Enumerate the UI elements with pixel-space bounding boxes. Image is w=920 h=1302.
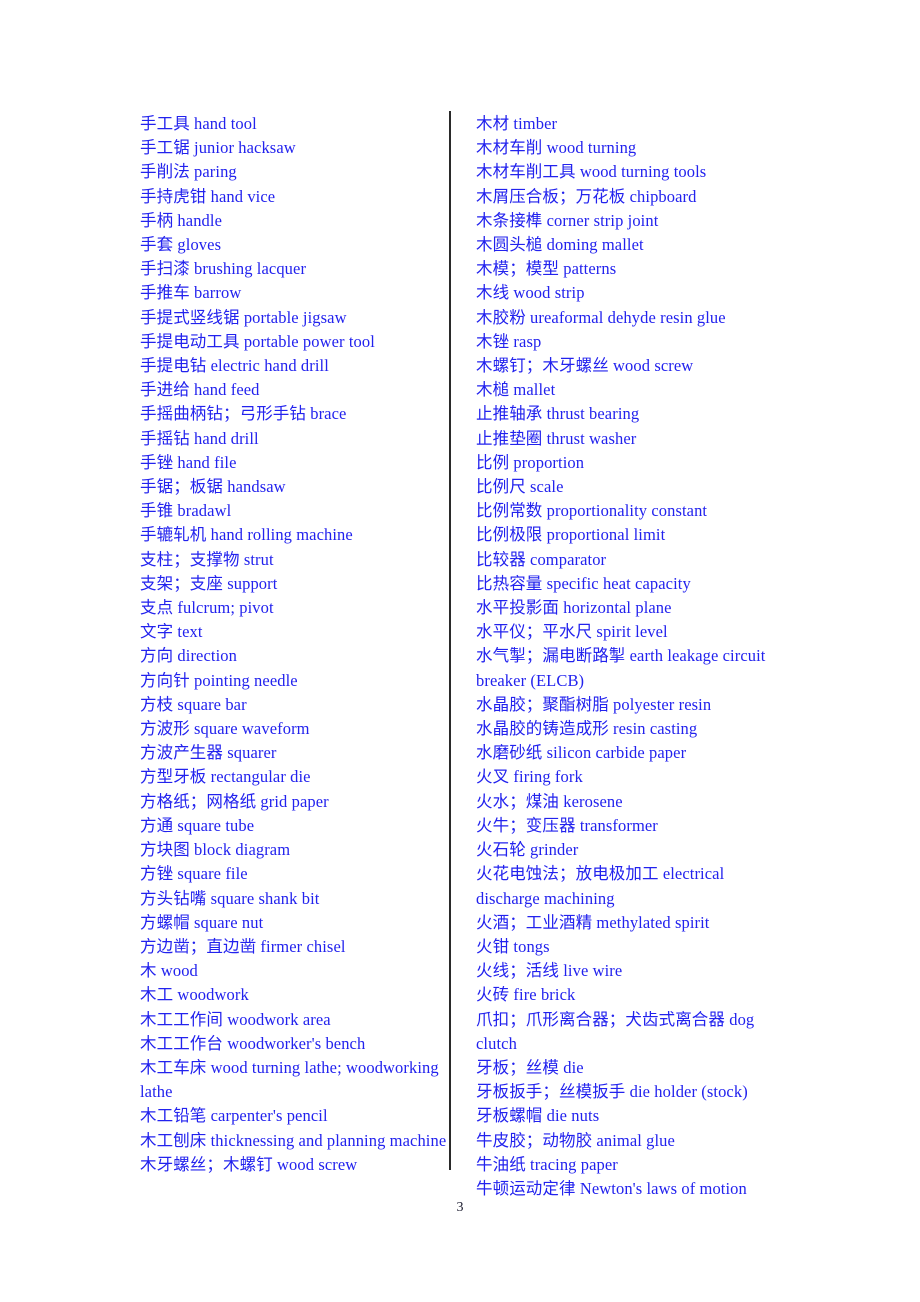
glossary-entry: 手扫漆 brushing lacquer — [140, 259, 307, 279]
glossary-entry: 木材车削 wood turning — [476, 138, 637, 158]
page-number: 3 — [456, 1200, 464, 1215]
glossary-entry: 手提电钻 electric hand drill — [140, 356, 329, 376]
glossary-entry: 木工工作台 woodworker's bench — [140, 1033, 366, 1053]
glossary-body: 手工具 hand tool 手工锯 junior hacksaw 手削法 parin… — [140, 112, 788, 1198]
glossary-entry: 木牙螺丝；木螺钉 wood screw — [140, 1154, 358, 1174]
glossary-entry: 文字 text — [140, 622, 203, 642]
glossary-entry: 手进给 hand feed — [140, 380, 260, 400]
glossary-entry: 方格纸；网格纸 grid paper — [140, 791, 329, 811]
glossary-entry: 牛皮胶；动物胶 animal glue — [476, 1130, 675, 1150]
glossary-entry: 水磨砂纸 silicon carbide paper — [476, 743, 687, 763]
glossary-entry: 方向 direction — [140, 646, 237, 666]
glossary-entry: 手提电动工具 portable power tool — [140, 331, 375, 351]
glossary-entry: 木工 woodwork — [140, 985, 249, 1005]
glossary-entry: 牙板扳手；丝模扳手 die holder (stock) — [476, 1082, 748, 1102]
glossary-entry: 支架；支座 support — [140, 573, 278, 593]
glossary-entry: 支柱；支撑物 strut — [140, 549, 274, 569]
glossary-entry: 火水；煤油 kerosene — [476, 791, 623, 811]
glossary-entry: 止推垫圈 thrust washer — [476, 428, 637, 448]
glossary-entry: 水平仪；平水尺 spirit level — [476, 622, 668, 642]
glossary-entry: 手柄 handle — [140, 210, 223, 230]
glossary-entry: 方通 square tube — [140, 815, 255, 835]
glossary-entry: 手锯；板锯 handsaw — [140, 477, 286, 497]
glossary-entry: 木线 wood strip — [476, 283, 585, 303]
glossary-entry: 木槌 mallet — [476, 380, 556, 400]
glossary-entry: 火花电蚀法；放电极加工 electrical discharge machini… — [476, 864, 725, 908]
document-page: 手工具 hand tool 手工锯 junior hacksaw 手削法 parin… — [0, 0, 920, 1302]
glossary-entry: 木模；模型 patterns — [476, 259, 617, 279]
glossary-entry: 木材车削工具 wood turning tools — [476, 162, 707, 182]
glossary-entry: 木工铅笔 carpenter's pencil — [140, 1106, 328, 1126]
glossary-entry: 方锉 square file — [140, 864, 248, 884]
glossary-entry: 比较器 comparator — [476, 549, 607, 569]
glossary-entry: 爪扣；爪形离合器；犬齿式离合器 dog clutch — [476, 1009, 755, 1053]
glossary-entry: 手锉 hand file — [140, 452, 237, 472]
glossary-entry: 手推车 barrow — [140, 283, 242, 303]
glossary-entry: 火牛；变压器 transformer — [476, 815, 658, 835]
glossary-entry: 木胶粉 ureaformal dehyde resin glue — [476, 307, 726, 327]
glossary-entry: 火砖 fire brick — [476, 985, 576, 1005]
glossary-entry: 方头钻嘴 square shank bit — [140, 888, 320, 908]
glossary-entry: 手持虎钳 hand vice — [140, 186, 276, 206]
glossary-entry: 支点 fulcrum; pivot — [140, 598, 274, 618]
glossary-entry: 木工工作间 woodwork area — [140, 1009, 331, 1029]
glossary-entry: 牙板螺帽 die nuts — [476, 1106, 600, 1126]
column-divider — [449, 111, 451, 1170]
glossary-column-left: 手工具 hand tool 手工锯 junior hacksaw 手削法 parin… — [140, 112, 452, 1177]
glossary-entry: 木材 timber — [476, 114, 558, 133]
glossary-entry: 木螺钉；木牙螺丝 wood screw — [476, 356, 694, 376]
glossary-entry: 火石轮 grinder — [476, 840, 579, 860]
glossary-entry: 方螺帽 square nut — [140, 912, 264, 932]
glossary-entry: 木圆头槌 doming mallet — [476, 235, 644, 255]
glossary-entry: 牛油纸 tracing paper — [476, 1154, 618, 1174]
glossary-entry: 手套 gloves — [140, 235, 222, 255]
glossary-entry: 比例 proportion — [476, 452, 585, 472]
glossary-entry: 手锥 bradawl — [140, 501, 232, 521]
glossary-entry: 方波产生器 squarer — [140, 743, 277, 763]
glossary-entry: 手摇曲柄钻；弓形手钻 brace — [140, 404, 347, 424]
glossary-entry: 方边凿；直边凿 firmer chisel — [140, 936, 346, 956]
glossary-entry: 手工具 hand tool — [140, 114, 257, 133]
glossary-entry: 火线；活线 live wire — [476, 961, 623, 981]
glossary-entry: 方枝 square bar — [140, 694, 247, 714]
glossary-entry: 火酒；工业酒精 methylated spirit — [476, 912, 710, 932]
glossary-entry: 牙板；丝模 die — [476, 1057, 584, 1077]
glossary-entry: 比例极限 proportional limit — [476, 525, 666, 545]
glossary-entry: 方型牙板 rectangular die — [140, 767, 311, 787]
glossary-entry: 火钳 tongs — [476, 936, 550, 956]
glossary-entry: 方波形 square waveform — [140, 719, 310, 739]
glossary-entry: 火叉 firing fork — [476, 767, 583, 787]
glossary-entry: 水气掣；漏电断路掣 earth leakage circuit breaker … — [476, 646, 766, 690]
glossary-entry: 手削法 paring — [140, 162, 237, 182]
glossary-entry: 手提式竖线锯 portable jigsaw — [140, 307, 347, 327]
glossary-entry: 比例常数 proportionality constant — [476, 501, 708, 521]
glossary-entry: 木 wood — [140, 961, 198, 981]
glossary-column-right: 木材 timber 木材车削 wood turning 木材车削工具 wood tu… — [476, 112, 788, 1201]
glossary-entry: 止推轴承 thrust bearing — [476, 404, 640, 424]
glossary-entry: 手摇钻 hand drill — [140, 428, 259, 448]
glossary-entry: 木条接榫 corner strip joint — [476, 210, 659, 230]
glossary-entry: 手工锯 junior hacksaw — [140, 138, 296, 158]
glossary-entry: 比例尺 scale — [476, 477, 564, 497]
glossary-entry: 比热容量 specific heat capacity — [476, 573, 691, 593]
glossary-entry: 牛顿运动定律 Newton's laws of motion — [476, 1178, 747, 1198]
glossary-entry: 方块图 block diagram — [140, 840, 291, 860]
glossary-entry: 木锉 rasp — [476, 331, 542, 351]
glossary-entry: 方向针 pointing needle — [140, 670, 298, 690]
glossary-entry: 水平投影面 horizontal plane — [476, 598, 672, 618]
glossary-entry: 木工刨床 thicknessing and planning machine — [140, 1130, 447, 1150]
glossary-entry: 水晶胶；聚酯树脂 polyester resin — [476, 694, 712, 714]
glossary-entry: 水晶胶的铸造成形 resin casting — [476, 719, 698, 739]
glossary-entry: 木屑压合板；万花板 chipboard — [476, 186, 697, 206]
glossary-entry: 手辘轧机 hand rolling machine — [140, 525, 353, 545]
glossary-entry: 木工车床 wood turning lathe; woodworking lat… — [140, 1057, 439, 1102]
